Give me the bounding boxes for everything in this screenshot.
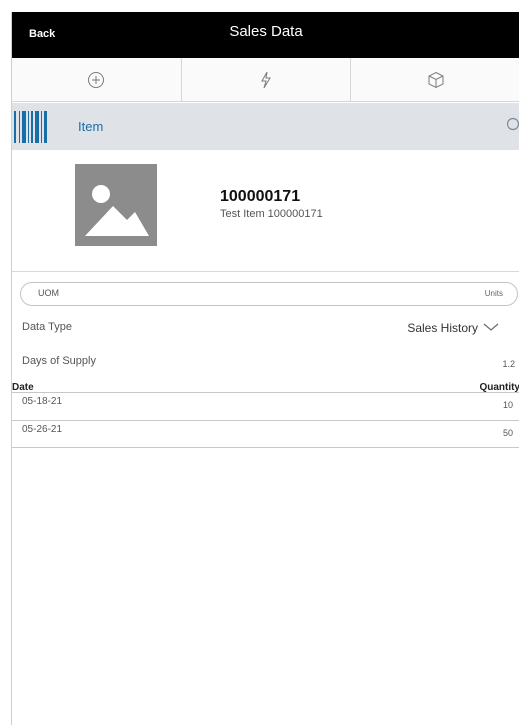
row-date: 05-18-21 [22, 396, 63, 407]
image-placeholder-icon [85, 185, 149, 236]
item-number: 100000171 [220, 188, 301, 205]
box-button[interactable] [351, 58, 519, 101]
barcode-icon[interactable] [14, 111, 48, 143]
data-type-label: Data Type [22, 321, 72, 333]
item-description: Test Item 100000171 [220, 208, 323, 220]
chevron-down-icon [483, 323, 499, 331]
uom-field[interactable]: UOM Units [20, 282, 518, 306]
item-scan-bar: Item [12, 103, 519, 150]
lightning-icon [261, 71, 271, 88]
actions-button[interactable] [182, 58, 352, 101]
row-quantity: 50 [502, 428, 513, 438]
days-of-supply-value: 1.2 [502, 359, 515, 369]
item-scan-label[interactable]: Item [78, 119, 103, 134]
row-quantity: 10 [502, 400, 513, 410]
add-circle-icon [88, 71, 105, 88]
data-type-value: Sales History [407, 321, 478, 335]
add-button[interactable] [12, 58, 182, 101]
item-card: 100000171 Test Item 100000171 [12, 150, 519, 272]
uom-label: UOM [38, 288, 59, 298]
uom-value: Units [484, 289, 503, 298]
item-image [75, 164, 157, 246]
app-screen: Back Sales Data Item 100000171 Test Item… [11, 12, 519, 725]
page-title: Sales Data [229, 23, 303, 40]
search-icon[interactable] [506, 117, 519, 133]
table-row: 05-18-21 10 [12, 392, 519, 420]
header-bar: Back Sales Data [12, 12, 519, 58]
row-date: 05-26-21 [22, 424, 63, 435]
table-row: 05-26-21 50 [12, 420, 519, 448]
box-icon [428, 71, 444, 88]
days-of-supply-label: Days of Supply [22, 355, 96, 367]
toolbar [12, 58, 519, 102]
